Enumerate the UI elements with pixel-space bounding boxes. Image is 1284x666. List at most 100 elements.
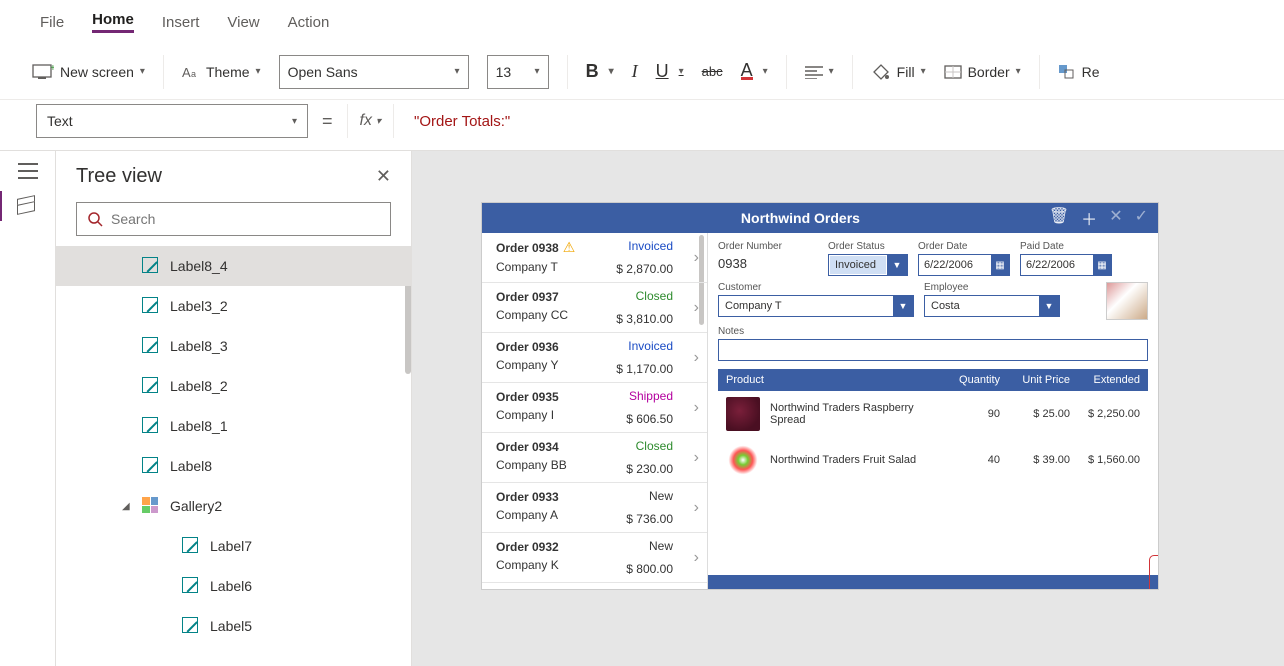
app-title-bar: Northwind Orders 🗑 ＋ ✕ ✓ (482, 203, 1158, 233)
order-list[interactable]: Order 0938⚠InvoicedCompany T$ 2,870.00›O… (482, 233, 708, 589)
tree-item-label3_2[interactable]: Label3_2 (56, 286, 411, 326)
tab-view[interactable]: View (227, 14, 259, 31)
label-notes: Notes (718, 326, 1148, 337)
order-row[interactable]: Order 0935ShippedCompany I$ 606.50› (482, 383, 707, 433)
trash-icon[interactable]: 🗑 (1049, 206, 1069, 230)
border-button[interactable]: Border ▾ (944, 64, 1021, 80)
align-button[interactable]: ▾ (805, 65, 834, 79)
formula-input[interactable]: "Order Totals:" (404, 104, 1248, 138)
tree-item-label8_1[interactable]: Label8_1 (56, 406, 411, 446)
hamburger-icon[interactable] (18, 163, 38, 179)
formula-bar: Text ▾ = fx▾ "Order Totals:" (0, 100, 1284, 150)
product-row[interactable]: Northwind Traders Fruit Salad40$ 39.00$ … (718, 437, 1148, 483)
order-status: Invoiced (628, 339, 673, 353)
close-icon[interactable]: ✕ (376, 166, 391, 187)
equals-sign: = (318, 111, 337, 132)
ribbon: + New screen ▾ Aa Theme ▾ Open Sans ▾ 13… (0, 44, 1284, 100)
paid-date-picker[interactable]: 6/22/2006▦ (1020, 254, 1112, 276)
fill-button[interactable]: Fill ▾ (871, 63, 926, 81)
tab-file[interactable]: File (40, 14, 64, 31)
tree-item-label: Gallery2 (170, 498, 222, 514)
canvas[interactable]: Northwind Orders 🗑 ＋ ✕ ✓ Order 0938⚠Invo… (412, 151, 1284, 666)
order-status-select[interactable]: Invoiced▼ (828, 254, 908, 276)
tree-item-label6[interactable]: Label6 (56, 566, 411, 606)
tree-view-icon[interactable] (17, 197, 39, 215)
selected-label-text: Order Totals: (1150, 572, 1158, 582)
search-icon (87, 211, 103, 227)
product-name: Northwind Traders Fruit Salad (770, 454, 940, 466)
label-employee: Employee (924, 282, 1060, 293)
border-label: Border (968, 64, 1010, 80)
tree-item-gallery2[interactable]: ◢Gallery2 (56, 486, 411, 526)
svg-text:a: a (191, 69, 196, 79)
tree-item-label8_4[interactable]: Label8_4 (56, 246, 411, 286)
italic-button[interactable]: I (632, 61, 638, 82)
font-color-button[interactable]: A▾ (741, 63, 768, 80)
new-screen-button[interactable]: + New screen ▾ (32, 64, 145, 80)
check-icon[interactable]: ✓ (1135, 206, 1148, 230)
underline-button[interactable]: U▾ (656, 61, 684, 82)
fill-label: Fill (897, 64, 915, 80)
search-input[interactable] (111, 211, 380, 227)
order-row[interactable]: Order 0933NewCompany A$ 736.00› (482, 483, 707, 533)
order-detail: Order Number0938 Order Status Invoiced▼ … (708, 233, 1158, 589)
tree-item-label: Label3_2 (170, 298, 228, 314)
chevron-down-icon: ▾ (455, 66, 460, 77)
chevron-right-icon[interactable]: › (694, 299, 699, 317)
employee-avatar (1106, 282, 1148, 320)
cancel-icon[interactable]: ✕ (1109, 206, 1122, 230)
property-selector[interactable]: Text ▾ (36, 104, 308, 138)
tree-item-label8_2[interactable]: Label8_2 (56, 366, 411, 406)
order-amount: $ 2,870.00 (616, 262, 673, 276)
chevron-right-icon[interactable]: › (694, 249, 699, 267)
selection-box[interactable]: Order Totals: (1149, 555, 1158, 589)
tree-item-label5[interactable]: Label5 (56, 606, 411, 646)
reorder-button[interactable]: Re (1058, 64, 1100, 80)
order-status: Invoiced (628, 239, 673, 253)
chevron-down-icon: ▾ (140, 66, 145, 77)
chevron-right-icon[interactable]: › (694, 399, 699, 417)
svg-text:+: + (50, 64, 54, 74)
font-selector[interactable]: Open Sans ▾ (279, 55, 469, 89)
order-id: Order 0934 (496, 440, 559, 454)
svg-text:A: A (182, 65, 191, 80)
order-row[interactable]: Order 0938⚠InvoicedCompany T$ 2,870.00› (482, 233, 707, 283)
chevron-down-icon: ▾ (292, 116, 297, 127)
property-value: Text (47, 113, 73, 129)
order-row[interactable]: Order 0936InvoicedCompany Y$ 1,170.00› (482, 333, 707, 383)
tab-home[interactable]: Home (92, 11, 134, 33)
chevron-right-icon[interactable]: › (694, 349, 699, 367)
label-order-date: Order Date (918, 241, 1010, 252)
plus-icon[interactable]: ＋ (1081, 206, 1097, 230)
font-size-selector[interactable]: 13 ▾ (487, 55, 549, 89)
order-row[interactable]: Order 0937ClosedCompany CC$ 3,810.00› (482, 283, 707, 333)
tree-item-label: Label6 (210, 578, 252, 594)
order-amount: $ 606.50 (626, 412, 673, 426)
bold-button[interactable]: B▾ (586, 61, 614, 82)
tab-insert[interactable]: Insert (162, 14, 200, 31)
strikethrough-button[interactable]: abc (702, 64, 723, 79)
tree-list: Label8_4 Label3_2 Label8_3 Label8_2Label8_1… (56, 246, 411, 666)
tree-item-label7[interactable]: Label7 (56, 526, 411, 566)
tree-item-label: Label8_3 (170, 338, 228, 354)
order-date-picker[interactable]: 6/22/2006▦ (918, 254, 1010, 276)
order-status: Closed (636, 289, 673, 303)
fx-button[interactable]: fx▾ (347, 104, 394, 138)
theme-button[interactable]: Aa Theme ▾ (182, 64, 261, 80)
customer-select[interactable]: Company T▼ (718, 295, 914, 317)
chevron-right-icon[interactable]: › (694, 549, 699, 567)
order-id: Order 0933 (496, 490, 559, 504)
tree-search[interactable] (76, 202, 391, 236)
order-row[interactable]: Order 0932NewCompany K$ 800.00› (482, 533, 707, 583)
product-row[interactable]: Northwind Traders Raspberry Spread90$ 25… (718, 391, 1148, 437)
col-ext: Extended (1070, 374, 1140, 386)
order-status: Shipped (629, 389, 673, 403)
employee-select[interactable]: Costa▼ (924, 295, 1060, 317)
tree-item-label8_3[interactable]: Label8_3 (56, 326, 411, 366)
order-row[interactable]: Order 0934ClosedCompany BB$ 230.00› (482, 433, 707, 483)
tab-action[interactable]: Action (288, 14, 330, 31)
notes-input[interactable] (718, 339, 1148, 361)
tree-item-label8[interactable]: Label8 (56, 446, 411, 486)
chevron-right-icon[interactable]: › (694, 499, 699, 517)
chevron-right-icon[interactable]: › (694, 449, 699, 467)
